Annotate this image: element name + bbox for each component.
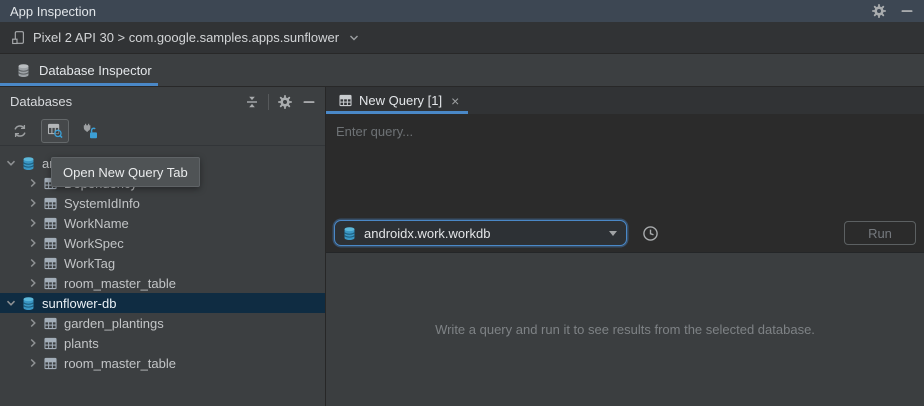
tree-item-label: room_master_table <box>64 356 176 371</box>
query-editor[interactable]: Enter query... androidx.work.workdb Run <box>326 114 924 252</box>
query-panel: New Query [1] × Enter query... androidx.… <box>326 87 924 406</box>
databases-panel: Databases androidx.work. <box>0 87 326 406</box>
chevron-right-icon[interactable] <box>27 357 39 369</box>
chevron-right-icon[interactable] <box>27 197 39 209</box>
titlebar-actions <box>871 3 915 19</box>
window-title: App Inspection <box>10 4 871 19</box>
refresh-icon <box>12 123 28 139</box>
chevron-right-icon[interactable] <box>27 337 39 349</box>
open-new-query-tab-button[interactable] <box>41 119 69 143</box>
device-icon <box>10 30 26 46</box>
database-selector-dropdown[interactable]: androidx.work.workdb <box>334 220 627 246</box>
chevron-down-icon[interactable] <box>5 157 17 169</box>
table-icon <box>43 216 58 231</box>
table-icon <box>43 316 58 331</box>
new-query-table-search-icon <box>47 123 63 139</box>
tree-row-SystemIdInfo[interactable]: SystemIdInfo <box>0 193 325 213</box>
database-selector-value: androidx.work.workdb <box>364 226 602 241</box>
query-tab-label: New Query [1] <box>359 93 442 108</box>
chevron-right-icon[interactable] <box>27 317 39 329</box>
refresh-button[interactable] <box>6 119 34 143</box>
databases-panel-header: Databases <box>0 87 325 116</box>
panel-options-gear-icon[interactable] <box>277 94 293 110</box>
tree-item-label: SystemIdInfo <box>64 196 140 211</box>
tree-item-label: WorkSpec <box>64 236 124 251</box>
tree-row-plants[interactable]: plants <box>0 333 325 353</box>
database-icon <box>21 156 36 171</box>
dropdown-arrow-icon <box>609 231 617 236</box>
tooltip: Open New Query Tab <box>51 157 200 187</box>
tree-row-WorkSpec[interactable]: WorkSpec <box>0 233 325 253</box>
tree-item-label: plants <box>64 336 99 351</box>
device-process-bar[interactable]: Pixel 2 API 30 > com.google.samples.apps… <box>0 22 924 54</box>
tab-label: Database Inspector <box>39 63 152 78</box>
run-query-button[interactable]: Run <box>844 221 916 245</box>
titlebar: App Inspection <box>0 0 924 22</box>
databases-panel-title: Databases <box>10 94 244 109</box>
databases-panel-header-actions <box>244 94 317 110</box>
main-area: Databases androidx.work. <box>0 87 924 406</box>
hide-panel-icon[interactable] <box>301 94 317 110</box>
chevron-right-icon[interactable] <box>27 257 39 269</box>
chevron-down-icon[interactable] <box>346 30 362 46</box>
table-icon <box>43 196 58 211</box>
query-tabstrip: New Query [1] × <box>326 87 924 114</box>
chevron-right-icon[interactable] <box>27 237 39 249</box>
database-icon <box>21 296 36 311</box>
table-icon <box>43 276 58 291</box>
tree-item-label: WorkName <box>64 216 129 231</box>
keep-connections-open-toggle[interactable] <box>76 119 104 143</box>
settings-gear-icon[interactable] <box>871 3 887 19</box>
query-controls-row: androidx.work.workdb Run <box>334 220 916 246</box>
chevron-right-icon[interactable] <box>27 277 39 289</box>
chevron-down-icon[interactable] <box>5 297 17 309</box>
table-icon <box>43 236 58 251</box>
table-icon <box>43 356 58 371</box>
app-inspection-window: App Inspection Pixel 2 API 30 > com.goog… <box>0 0 924 406</box>
chevron-right-icon[interactable] <box>27 217 39 229</box>
query-editor-placeholder: Enter query... <box>336 124 413 139</box>
close-tab-icon[interactable]: × <box>451 94 459 108</box>
tree-row-garden_plantings[interactable]: garden_plantings <box>0 313 325 333</box>
query-results-area: Write a query and run it to see results … <box>326 252 924 406</box>
tree-row-WorkName[interactable]: WorkName <box>0 213 325 233</box>
plug-unlock-icon <box>82 123 98 139</box>
collapse-all-icon[interactable] <box>244 94 260 110</box>
tree-row-sunflower-db[interactable]: sunflower-db <box>0 293 325 313</box>
chevron-right-icon[interactable] <box>27 177 39 189</box>
databases-toolbar <box>0 116 325 146</box>
vertical-separator <box>268 94 269 110</box>
tree-item-label: sunflower-db <box>42 296 116 311</box>
clock-history-icon <box>641 224 659 242</box>
tree-row-room_master_table[interactable]: room_master_table <box>0 353 325 373</box>
table-icon <box>43 256 58 271</box>
query-history-button[interactable] <box>640 223 660 243</box>
table-icon <box>337 93 353 109</box>
database-icon <box>15 62 31 78</box>
tab-database-inspector[interactable]: Database Inspector <box>0 54 158 86</box>
tree-item-label: WorkTag <box>64 256 115 271</box>
tab-new-query-1[interactable]: New Query [1] × <box>326 87 468 114</box>
table-icon <box>43 336 58 351</box>
hide-window-icon[interactable] <box>899 3 915 19</box>
inspector-tabbar: Database Inspector <box>0 54 924 87</box>
device-process-label: Pixel 2 API 30 > com.google.samples.apps… <box>33 30 339 45</box>
results-empty-message: Write a query and run it to see results … <box>435 322 815 337</box>
tree-row-room_master_table[interactable]: room_master_table <box>0 273 325 293</box>
tree-row-WorkTag[interactable]: WorkTag <box>0 253 325 273</box>
tree-item-label: garden_plantings <box>64 316 164 331</box>
tree-item-label: room_master_table <box>64 276 176 291</box>
database-icon <box>342 226 357 241</box>
